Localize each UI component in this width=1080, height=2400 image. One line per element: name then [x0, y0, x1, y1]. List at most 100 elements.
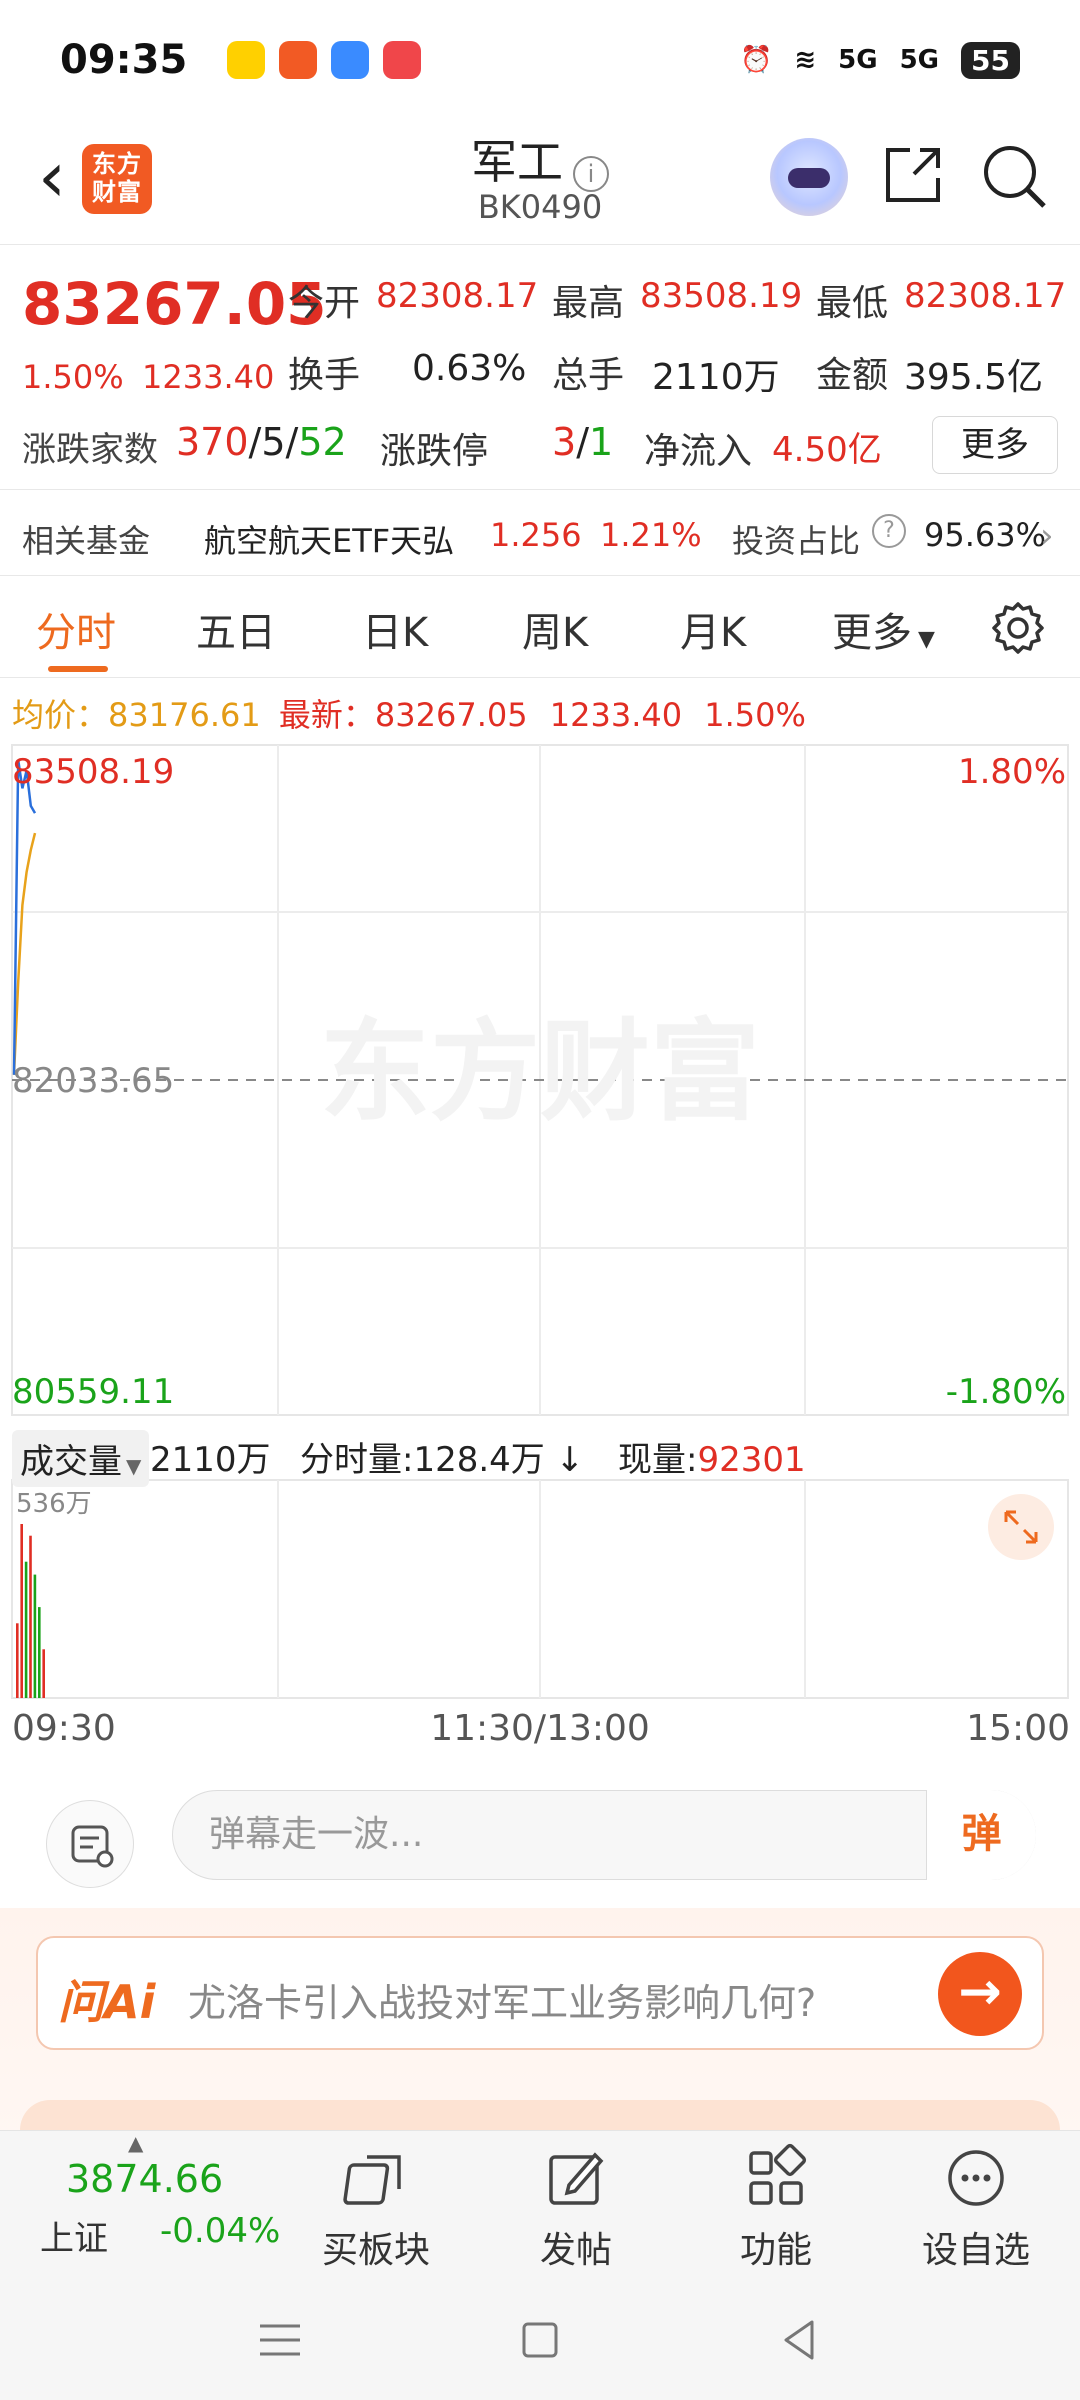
intraday-chart[interactable]: 东方财富 83508.19 1.80% 82033.65 80559.11 -1…	[0, 740, 1080, 1740]
chevron-right-icon: ›	[1040, 516, 1054, 556]
latest-value: 83267.05	[374, 696, 528, 734]
volume-bar	[16, 1623, 19, 1698]
time-axis: 09:30 11:30/13:00 15:00	[0, 1708, 1080, 1758]
tab-more[interactable]: 更多 ▼	[832, 600, 935, 658]
help-icon[interactable]: ?	[872, 514, 906, 548]
home-icon[interactable]	[510, 2310, 570, 2370]
expand-icon[interactable]	[988, 1494, 1054, 1560]
open-label: 今开	[288, 283, 361, 324]
quote-panel: 83267.05 1.50% 1233.40 今开 82308.17 最高 83…	[0, 250, 1080, 490]
ai-section: 问Ai 尤洛卡引入战投对军工业务影响几何? →	[0, 1908, 1080, 2160]
fund-label: 相关基金	[22, 522, 151, 560]
limit-label: 涨跌停	[380, 431, 489, 472]
functions-label: 功能	[739, 2230, 812, 2271]
bottom-toolbar: ▲ 3874.66 上证 -0.04% 买板块 发帖 功能 设自选	[0, 2130, 1080, 2273]
change-pct: 1.50%	[22, 358, 124, 396]
netflow-label: 净流入	[644, 431, 753, 472]
y-bottom-pct: -1.80%	[946, 1372, 1066, 1412]
signal-2: 5G	[899, 45, 940, 75]
up-count: 370	[176, 420, 249, 464]
ai-question: 尤洛卡引入战投对军工业务影响几何?	[188, 1981, 817, 2025]
meituan-icon	[227, 41, 266, 79]
tab-underline	[48, 666, 108, 672]
bird-icon	[331, 41, 370, 79]
limit-counts: 3/1	[552, 420, 614, 464]
status-right: ⏰ ≋ 5G 5G 55	[740, 41, 1020, 79]
avg-value: 83176.61	[108, 696, 261, 734]
volume-selector-label: 成交量	[20, 1442, 122, 1482]
menu-icon[interactable]	[250, 2310, 310, 2370]
danmu-input[interactable]: 弹幕走一波...	[172, 1790, 1036, 1880]
open-value: 82308.17	[376, 276, 539, 316]
info-icon[interactable]: i	[573, 155, 609, 192]
tick-value: 128.4万	[413, 1440, 545, 1480]
tab-monthly-k[interactable]: 月K	[680, 600, 746, 658]
related-fund-row[interactable]: 相关基金 航空航天ETF天弘 1.256 1.21% 投资占比 ? 95.63%…	[0, 492, 1080, 576]
volume-total: 2110万	[150, 1440, 271, 1480]
page-title: 军工	[471, 135, 563, 189]
volume-max-label: 536万	[16, 1489, 92, 1519]
last-price: 83267.05	[22, 270, 327, 338]
time-label-close: 15:00	[966, 1708, 1070, 1749]
limit-down: 1	[589, 420, 614, 464]
gear-icon[interactable]	[990, 600, 1046, 656]
y-bottom-price: 80559.11	[12, 1372, 174, 1412]
volume-info-row: 成交量 ▼ 2110万 分时量:128.4万 ↓ 现量:92301	[12, 1428, 1072, 1488]
more-button[interactable]: 更多	[932, 416, 1058, 474]
tab-five-day[interactable]: 五日	[196, 600, 276, 658]
fund-ratio-label: 投资占比	[732, 522, 861, 560]
latest-label: 最新：	[278, 696, 375, 734]
tick-label: 分时量:	[300, 1440, 414, 1480]
volume-label: 总手	[552, 355, 625, 396]
fund-price: 1.256	[490, 516, 582, 554]
high-label: 最高	[552, 283, 625, 324]
robot-icon[interactable]	[770, 138, 848, 216]
tab-intraday[interactable]: 分时	[36, 600, 116, 658]
ai-question-card[interactable]: 问Ai 尤洛卡引入战投对军工业务影响几何? →	[36, 1936, 1044, 2050]
caret-down-icon: ▼	[918, 627, 935, 652]
danmu-button[interactable]: 弹	[926, 1790, 1036, 1880]
arrow-right-icon[interactable]: →	[938, 1952, 1022, 2036]
turnover-label: 换手	[288, 355, 361, 396]
updown-label: 涨跌家数	[22, 430, 158, 470]
latest-pct: 1.50%	[704, 696, 806, 734]
volume-bar	[24, 1561, 28, 1698]
more-dots-icon	[948, 2150, 1004, 2206]
system-nav-bar	[0, 2270, 1080, 2400]
search-icon[interactable]	[980, 142, 1050, 212]
low-value: 82308.17	[904, 276, 1067, 316]
y-top-pct: 1.80%	[958, 752, 1066, 792]
volume-bars	[16, 1524, 45, 1698]
fund-name: 航空航天ETF天弘	[204, 522, 455, 560]
edit-icon	[549, 2152, 604, 2205]
flat-count: 5	[261, 420, 286, 464]
tab-weekly-k[interactable]: 周K	[522, 600, 588, 658]
turnover-value: 0.63%	[412, 348, 527, 389]
status-time: 09:35	[60, 37, 188, 83]
now-label: 现量:	[618, 1440, 698, 1480]
ai-logo: 问Ai	[58, 1975, 156, 2029]
status-app-icons	[227, 41, 422, 79]
wifi-icon: ≋	[794, 45, 817, 75]
chart-svg: 东方财富 83508.19 1.80% 82033.65 80559.11 -1…	[11, 744, 1069, 1699]
volume-bar	[38, 1607, 41, 1698]
limit-up: 3	[552, 420, 577, 464]
comment-list-icon[interactable]	[46, 1800, 134, 1888]
volume-bar	[20, 1524, 23, 1698]
battery-icon: 55	[961, 41, 1020, 79]
volume-selector[interactable]: 成交量 ▼	[12, 1430, 150, 1487]
back-icon[interactable]	[770, 2310, 830, 2370]
amount-value: 395.5亿	[904, 357, 1044, 398]
functions-button[interactable]: 功能	[706, 2143, 846, 2273]
post-label: 发帖	[539, 2230, 612, 2271]
add-watchlist-button[interactable]: 设自选	[906, 2143, 1046, 2273]
now-volume: 现量:92301	[618, 1432, 806, 1481]
time-label-mid: 11:30/13:00	[430, 1708, 650, 1749]
app-grid-icon	[279, 41, 318, 79]
buy-sector-button[interactable]: 买板块	[306, 2143, 446, 2273]
netflow-value: 4.50亿	[772, 430, 882, 470]
tab-daily-k[interactable]: 日K	[362, 600, 428, 658]
post-button[interactable]: 发帖	[506, 2143, 646, 2273]
y-top-price: 83508.19	[12, 752, 174, 792]
share-icon[interactable]	[880, 142, 946, 208]
